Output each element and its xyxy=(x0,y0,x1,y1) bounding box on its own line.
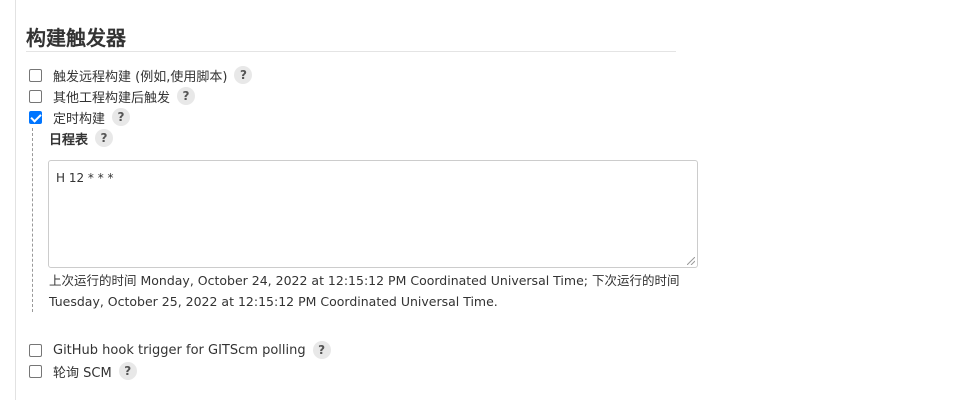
github-hook-checkbox[interactable] xyxy=(29,343,42,357)
page-left-border xyxy=(15,0,16,400)
remote-build-checkbox[interactable] xyxy=(29,68,42,82)
help-icon[interactable]: ? xyxy=(177,87,196,105)
after-other-projects-label[interactable]: 其他工程构建后触发 xyxy=(53,87,170,106)
schedule-value[interactable]: H 12 * * * xyxy=(56,171,114,185)
poll-scm-checkbox[interactable] xyxy=(29,364,42,378)
section-title: 构建触发器 xyxy=(26,26,126,50)
trigger-github-hook: GitHub hook trigger for GITScm polling ? xyxy=(29,340,331,360)
nested-options-indicator xyxy=(32,128,33,312)
help-icon[interactable]: ? xyxy=(95,129,114,147)
resize-handle-icon[interactable] xyxy=(687,257,695,265)
periodic-build-checkbox[interactable] xyxy=(29,110,42,124)
schedule-run-times: 上次运行的时间 Monday, October 24, 2022 at 12:1… xyxy=(49,273,680,309)
help-icon[interactable]: ? xyxy=(112,108,131,126)
schedule-textarea[interactable]: H 12 * * * xyxy=(48,160,698,268)
help-icon[interactable]: ? xyxy=(118,362,137,380)
help-icon[interactable]: ? xyxy=(312,341,331,359)
github-hook-label[interactable]: GitHub hook trigger for GITScm polling xyxy=(53,343,306,358)
trigger-periodic-build: 定时构建 ? xyxy=(29,107,131,127)
after-other-projects-checkbox[interactable] xyxy=(29,89,42,103)
schedule-field: 日程表 ? xyxy=(49,128,114,148)
periodic-build-label[interactable]: 定时构建 xyxy=(53,108,105,127)
trigger-poll-scm: 轮询 SCM ? xyxy=(29,361,137,381)
section-divider xyxy=(26,51,676,52)
poll-scm-label[interactable]: 轮询 SCM xyxy=(53,362,112,381)
trigger-after-other-projects: 其他工程构建后触发 ? xyxy=(29,86,196,106)
trigger-remote-build: 触发远程构建 (例如,使用脚本) ? xyxy=(29,65,253,85)
schedule-label: 日程表 xyxy=(49,132,89,148)
help-icon[interactable]: ? xyxy=(234,66,253,84)
remote-build-label[interactable]: 触发远程构建 (例如,使用脚本) xyxy=(53,66,227,85)
